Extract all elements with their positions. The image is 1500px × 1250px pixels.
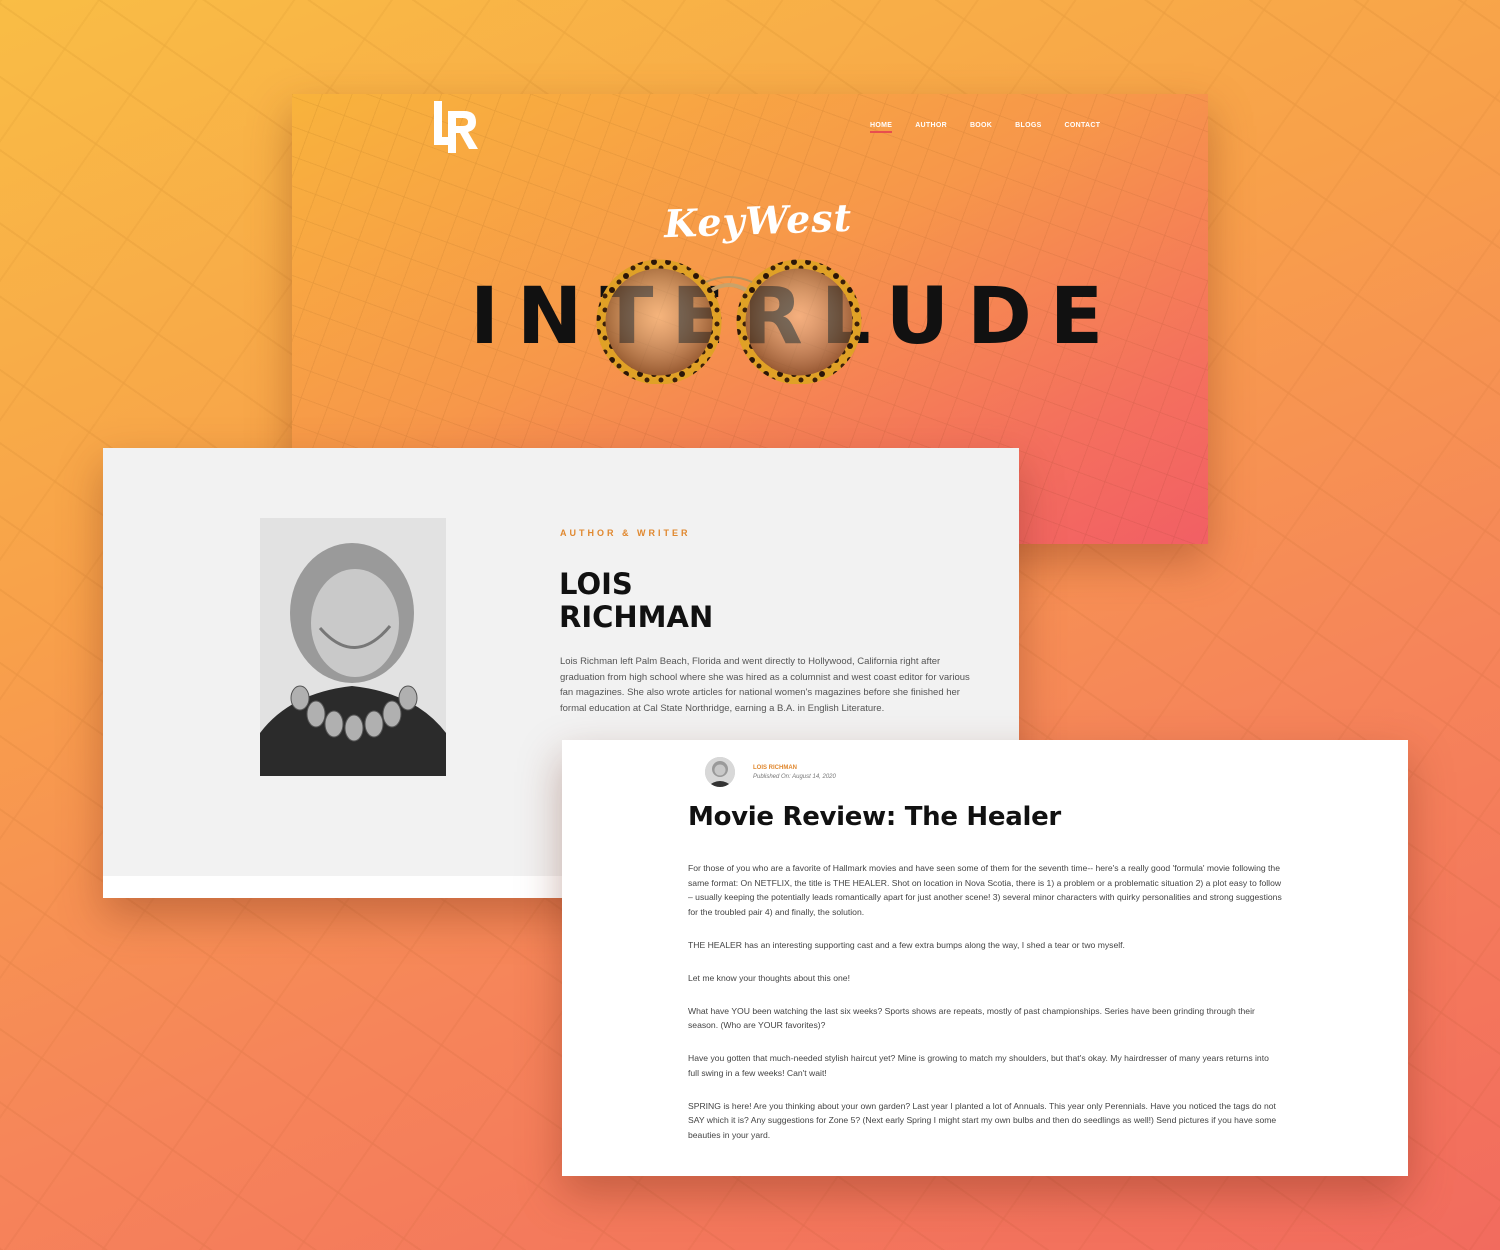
author-name-line2: RICHMAN bbox=[559, 600, 714, 634]
post-paragraph: THE HEALER has an interesting supporting… bbox=[688, 939, 1125, 950]
post-paragraph: For those of you who are a favorite of H… bbox=[688, 863, 1282, 917]
blog-screenshot: LOIS RICHMAN Published On: August 14, 20… bbox=[562, 740, 1408, 1176]
post-paragraph: SPRING is here! Are you thinking about y… bbox=[688, 1100, 1277, 1140]
avatar[interactable] bbox=[705, 757, 735, 787]
post-author[interactable]: LOIS RICHMAN bbox=[753, 765, 797, 771]
main-nav: HOME AUTHOR BOOK BLOGS CONTACT bbox=[870, 122, 1123, 133]
nav-book[interactable]: BOOK bbox=[970, 122, 992, 133]
lr-logo[interactable] bbox=[430, 97, 482, 153]
author-bio: Lois Richman left Palm Beach, Florida an… bbox=[560, 656, 970, 715]
author-portrait bbox=[260, 518, 446, 776]
nav-blogs[interactable]: BLOGS bbox=[1015, 122, 1041, 133]
author-name-line1: LOIS bbox=[559, 567, 633, 601]
nav-home[interactable]: HOME bbox=[870, 122, 893, 133]
author-name: LOIS RICHMAN bbox=[559, 568, 859, 634]
nav-author[interactable]: AUTHOR bbox=[915, 122, 947, 133]
post-paragraph: Let me know your thoughts about this one… bbox=[688, 972, 850, 983]
post-body: For those of you who are a favorite of H… bbox=[688, 861, 1282, 1161]
post-paragraph: What have YOU been watching the last six… bbox=[688, 1005, 1255, 1031]
post-paragraph: Have you gotten that much-needed stylish… bbox=[688, 1053, 1269, 1078]
author-eyebrow: AUTHOR & WRITER bbox=[560, 528, 691, 538]
hero-script-title: KeyWest bbox=[663, 194, 853, 247]
nav-contact[interactable]: CONTACT bbox=[1065, 122, 1101, 133]
post-title: Movie Review: The Healer bbox=[688, 802, 1061, 832]
sunglasses-icon bbox=[596, 259, 862, 384]
post-date: Published On: August 14, 2020 bbox=[753, 774, 836, 780]
portrait-image bbox=[260, 518, 446, 776]
